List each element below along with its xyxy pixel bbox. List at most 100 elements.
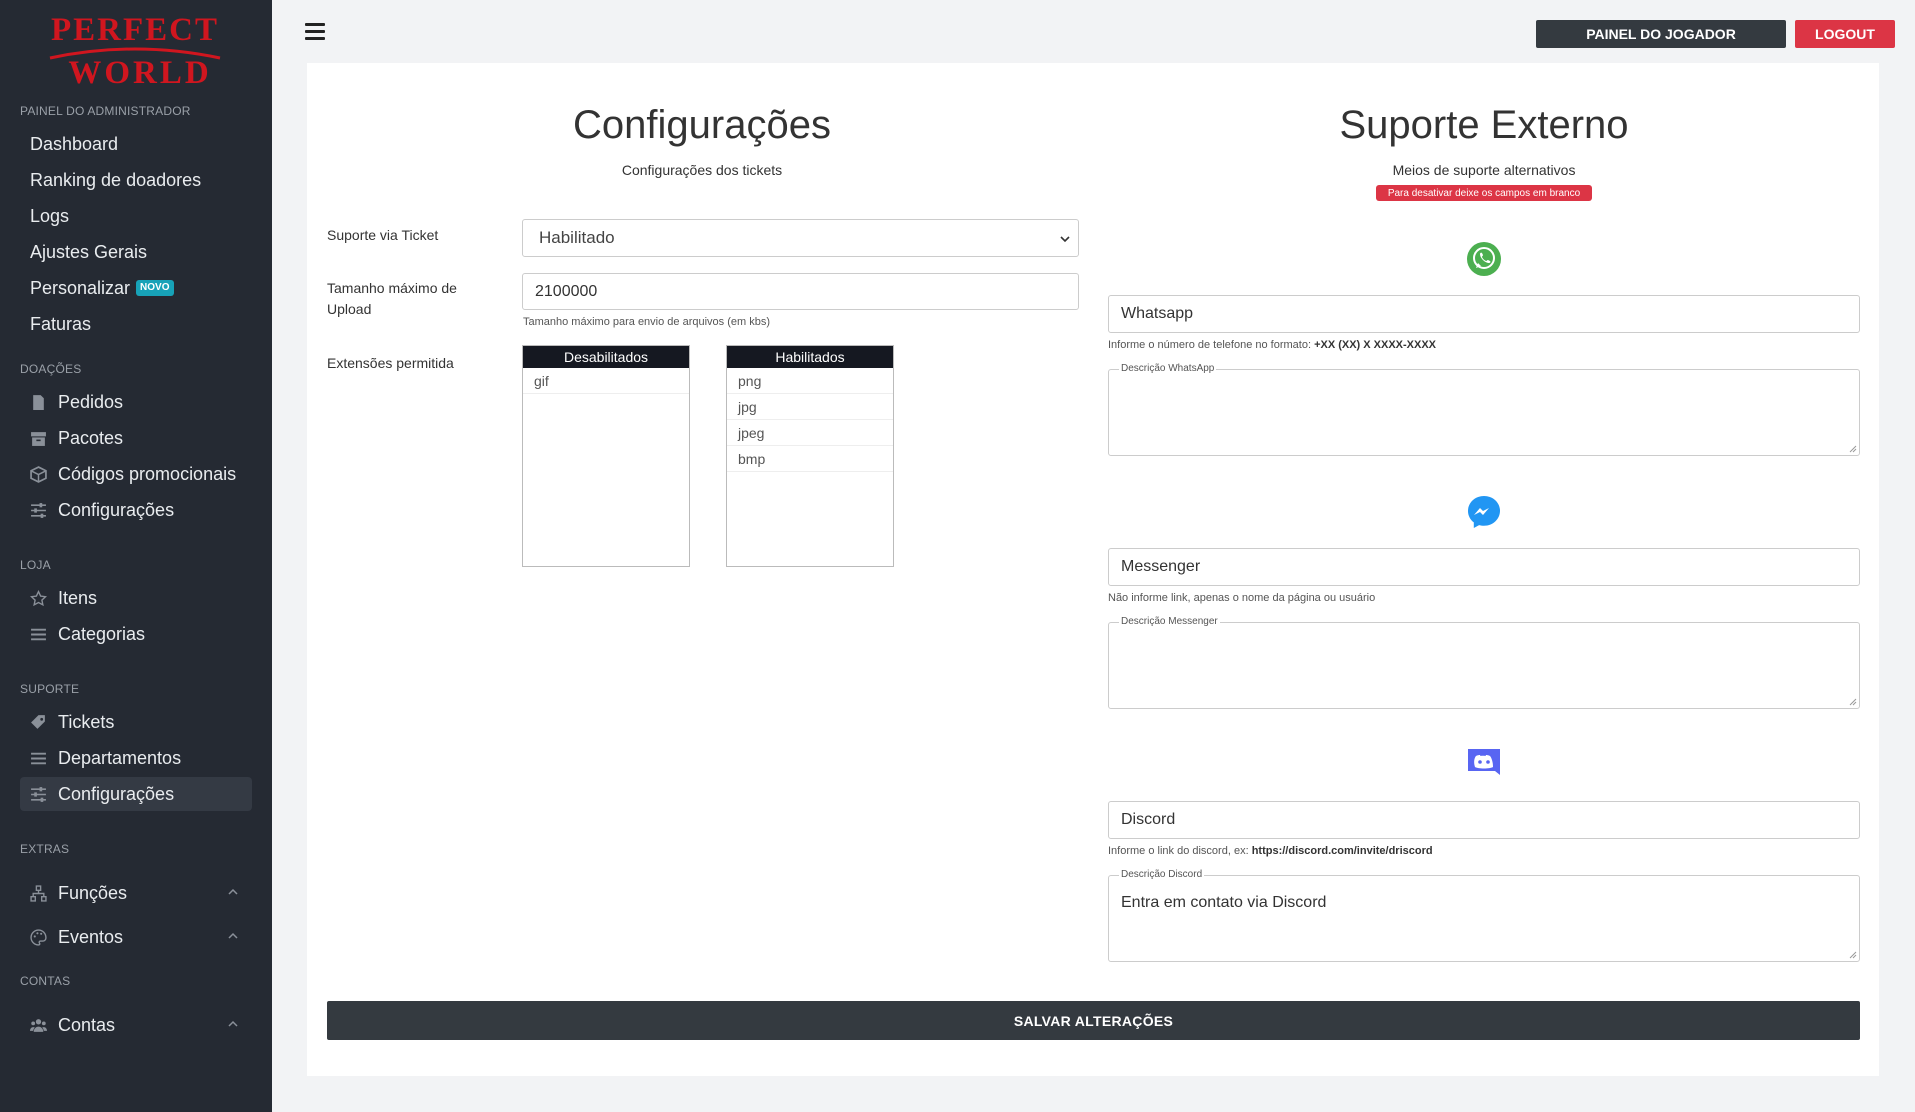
- messenger-description-legend: Descrição Messenger: [1119, 616, 1220, 627]
- whatsapp-description-legend: Descrição WhatsApp: [1119, 363, 1217, 374]
- section-extras: EXTRAS: [20, 842, 70, 856]
- nav-configuracoes-doacoes[interactable]: Configurações: [20, 493, 252, 527]
- sliders-icon: [31, 787, 46, 802]
- discord-description-legend: Descrição Discord: [1119, 869, 1205, 880]
- perfect-world-logo[interactable]: PERFECT WORLD: [30, 10, 240, 90]
- discord-description-textarea[interactable]: Descrição Discord Entra em contato via D…: [1108, 869, 1860, 962]
- nav-logs[interactable]: Logs: [20, 199, 252, 233]
- nav-label: Dashboard: [30, 133, 119, 154]
- nav-label: Eventos: [58, 926, 124, 947]
- list-item[interactable]: jpg: [727, 394, 893, 420]
- logout-button[interactable]: LOGOUT: [1795, 20, 1895, 48]
- max-upload-input[interactable]: 2100000: [522, 273, 1079, 310]
- chevron-up-icon: [228, 932, 238, 939]
- enabled-list-header: Habilitados: [727, 346, 893, 368]
- nav-pedidos[interactable]: Pedidos: [20, 385, 252, 419]
- nav-label: Códigos promocionais: [58, 463, 237, 484]
- nav-label: Ajustes Gerais: [30, 241, 148, 262]
- nav-label: Departamentos: [58, 747, 182, 768]
- section-suporte: SUPORTE: [20, 682, 80, 696]
- nav-label: Ranking de doadores: [30, 169, 202, 190]
- messenger-input[interactable]: Messenger: [1108, 548, 1860, 586]
- star-icon: [30, 590, 47, 607]
- list-item[interactable]: bmp: [727, 446, 893, 472]
- nav-label: Personalizar: [30, 277, 131, 298]
- sidebar: PERFECT WORLD PAINEL DO ADMINISTRADOR Da…: [0, 0, 272, 1112]
- sliders-icon: [31, 503, 46, 518]
- nav-label: Logs: [30, 205, 70, 226]
- save-changes-button[interactable]: SALVAR ALTERAÇÕES: [327, 1001, 1860, 1040]
- nav-label: Categorias: [58, 623, 146, 644]
- messenger-icon: [1468, 496, 1500, 528]
- users-icon: [30, 1019, 47, 1032]
- disabled-extensions-list[interactable]: Desabilitados gif: [522, 345, 690, 567]
- palette-icon: [30, 929, 47, 946]
- nav-label: Faturas: [30, 313, 92, 334]
- discord-description-value: Entra em contato via Discord: [1121, 894, 1327, 911]
- nav-tickets[interactable]: Tickets: [20, 705, 252, 739]
- max-upload-hint: Tamanho máximo para envio de arquivos (e…: [523, 316, 771, 328]
- nav-dashboard[interactable]: Dashboard: [20, 127, 252, 161]
- nav-faturas[interactable]: Faturas: [20, 307, 252, 341]
- whatsapp-input[interactable]: Whatsapp: [1108, 295, 1860, 333]
- hamburger-menu-icon[interactable]: [305, 23, 325, 40]
- max-upload-label: Tamanho máximo de Upload: [327, 280, 457, 317]
- nav-departamentos[interactable]: Departamentos: [20, 741, 252, 775]
- nav-itens[interactable]: Itens: [20, 581, 252, 615]
- nav-ajustes[interactable]: Ajustes Gerais: [20, 235, 252, 269]
- list-item[interactable]: png: [727, 368, 893, 394]
- ticket-support-value: Habilitado: [539, 228, 615, 247]
- discord-value: Discord: [1121, 811, 1176, 828]
- section-loja: LOJA: [20, 558, 51, 572]
- nav-categorias[interactable]: Categorias: [20, 617, 252, 651]
- nav-funcoes[interactable]: Funções: [20, 876, 252, 910]
- resize-handle-icon[interactable]: [1849, 445, 1857, 453]
- file-icon: [33, 395, 44, 410]
- nav-label: Contas: [58, 1014, 116, 1035]
- whatsapp-value: Whatsapp: [1121, 305, 1194, 322]
- discord-icon: [1468, 749, 1500, 775]
- ticket-support-select[interactable]: Habilitado: [522, 219, 1079, 257]
- enabled-extensions-list[interactable]: Habilitados png jpg jpeg bmp: [726, 345, 894, 567]
- nav-label: Itens: [58, 587, 98, 608]
- chevron-up-icon: [228, 1020, 238, 1027]
- config-title: Configurações: [573, 103, 831, 147]
- nav-eventos[interactable]: Eventos: [20, 920, 252, 954]
- whatsapp-icon: [1467, 242, 1501, 276]
- resize-handle-icon[interactable]: [1849, 698, 1857, 706]
- disable-notice-badge: Para desativar deixe os campos em branco: [1376, 185, 1592, 201]
- sitemap-icon: [30, 885, 47, 902]
- external-subtitle: Meios de suporte alternativos: [1392, 162, 1576, 178]
- player-panel-button[interactable]: PAINEL DO JOGADOR: [1536, 20, 1786, 48]
- archive-icon: [31, 432, 46, 446]
- list-icon: [31, 628, 46, 641]
- nav-personalizar[interactable]: Personalizar NOVO: [20, 271, 252, 305]
- messenger-value: Messenger: [1121, 558, 1201, 575]
- nav-pacotes[interactable]: Pacotes: [20, 421, 252, 455]
- list-item[interactable]: jpeg: [727, 420, 893, 446]
- disabled-list-header: Desabilitados: [523, 346, 689, 368]
- nav-codigos[interactable]: Códigos promocionais: [20, 457, 252, 491]
- tag-icon: [31, 715, 45, 729]
- resize-handle-icon[interactable]: [1849, 951, 1857, 959]
- messenger-hint: Não informe link, apenas o nome da págin…: [1108, 592, 1376, 604]
- section-doacoes: DOAÇÕES: [20, 362, 82, 376]
- list-item[interactable]: gif: [523, 368, 689, 394]
- external-title: Suporte Externo: [1339, 103, 1629, 147]
- nav-configuracoes-suporte[interactable]: Configurações: [20, 777, 252, 811]
- list-icon: [31, 752, 46, 765]
- chevron-up-icon: [228, 888, 238, 895]
- nav-label: Configurações: [58, 783, 175, 804]
- nav-contas[interactable]: Contas: [20, 1008, 252, 1042]
- nav-ranking[interactable]: Ranking de doadores: [20, 163, 252, 197]
- discord-input[interactable]: Discord: [1108, 801, 1860, 839]
- whatsapp-description-textarea[interactable]: Descrição WhatsApp: [1108, 363, 1860, 456]
- section-contas: CONTAS: [20, 974, 71, 988]
- messenger-description-textarea[interactable]: Descrição Messenger: [1108, 616, 1860, 709]
- logo-line1: PERFECT: [51, 12, 219, 48]
- nav-label: Pacotes: [58, 427, 124, 448]
- whatsapp-hint: Informe o número de telefone no formato:…: [1108, 339, 1437, 351]
- discord-hint: Informe o link do discord, ex: https://d…: [1108, 845, 1433, 857]
- nav-label: Pedidos: [58, 391, 124, 412]
- ticket-support-label: Suporte via Ticket: [327, 227, 439, 243]
